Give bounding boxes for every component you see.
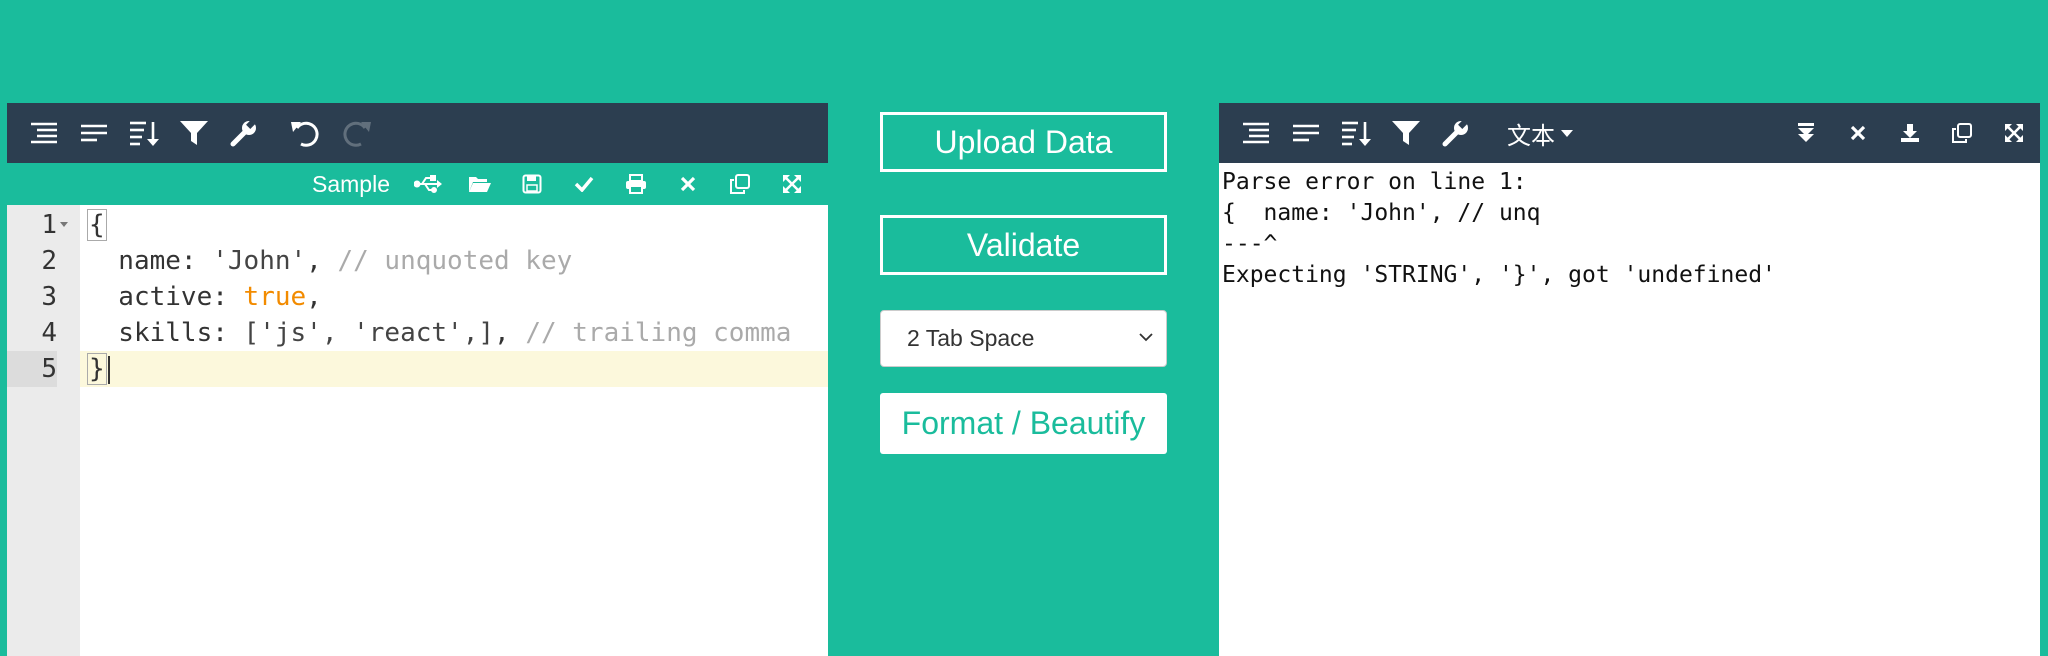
mode-select[interactable]: 文本: [1507, 116, 1573, 151]
close-icon[interactable]: [662, 163, 714, 205]
indent-select[interactable]: 2 Tab Space: [880, 310, 1167, 367]
format-icon[interactable]: [1231, 103, 1281, 163]
indent-select-value: 2 Tab Space: [907, 325, 1035, 351]
code-text: {: [87, 209, 107, 241]
active-line-highlight: [80, 351, 828, 387]
expand-icon[interactable]: [766, 163, 818, 205]
code-value: ['js', 'react',]: [243, 318, 494, 348]
line-number: 1: [41, 210, 57, 240]
chevron-down-icon: [1139, 333, 1153, 342]
move-down-icon[interactable]: [1780, 103, 1832, 163]
code-line-1: 1 {: [7, 207, 828, 243]
line-number: 5: [7, 351, 57, 387]
format-icon[interactable]: [19, 103, 69, 163]
code-line-2: 2 name: 'John', // unquoted key: [7, 243, 828, 279]
repair-icon[interactable]: [219, 103, 269, 163]
input-editor-panel: Sample 1 {2 name: 'John', // unquoted k…: [7, 103, 828, 656]
code-line-4: 4 skills: ['js', 'react',], // trailing …: [7, 315, 828, 351]
line-number: 2: [41, 246, 57, 276]
validate-button[interactable]: Validate: [880, 215, 1167, 275]
code-value: true: [243, 282, 307, 312]
output-line: ---^: [1222, 231, 1278, 257]
code-separator: ,: [494, 318, 526, 348]
format-beautify-button[interactable]: Format / Beautify: [880, 393, 1167, 454]
code-comment: // unquoted key: [337, 246, 573, 276]
code-line-3: 3 active: true,: [7, 279, 828, 315]
upload-data-button[interactable]: Upload Data: [880, 112, 1167, 172]
sort-icon[interactable]: [1331, 103, 1381, 163]
output-line: { name: 'John', // unq: [1222, 200, 1541, 226]
input-toolbar: [7, 103, 828, 163]
check-icon[interactable]: [558, 163, 610, 205]
output-line: Parse error on line 1:: [1222, 169, 1527, 195]
code-separator: ,: [306, 246, 338, 276]
code-key: active:: [87, 282, 244, 312]
caret-down-icon: [1561, 129, 1573, 137]
input-subbar: Sample: [7, 163, 828, 205]
code-separator: ,: [306, 282, 322, 312]
mode-select-label: 文本: [1507, 122, 1555, 150]
undo-icon[interactable]: [281, 103, 331, 163]
filter-icon[interactable]: [1381, 103, 1431, 163]
text-cursor: [107, 355, 110, 384]
usb-icon[interactable]: [402, 163, 454, 205]
code-comment: // trailing comma: [525, 318, 792, 348]
compact-icon[interactable]: [69, 103, 119, 163]
filter-icon[interactable]: [169, 103, 219, 163]
code-key: name:: [87, 246, 213, 276]
line-number: 3: [41, 282, 57, 312]
copy-icon[interactable]: [714, 163, 766, 205]
code-editor[interactable]: 1 { 2 name: 'John', // unquoted key 3 ac…: [7, 205, 828, 656]
expand-icon[interactable]: [1988, 103, 2040, 163]
close-icon[interactable]: [1832, 103, 1884, 163]
line-number: 4: [41, 318, 57, 348]
download-icon[interactable]: [1884, 103, 1936, 163]
print-icon[interactable]: [610, 163, 662, 205]
code-value: 'John': [212, 246, 307, 276]
code-key: skills:: [87, 318, 244, 348]
output-toolbar: 文本: [1219, 103, 2040, 163]
output-panel: 文本 Parse error on line 1: { name: 'John'…: [1219, 103, 2040, 656]
fold-arrow-icon[interactable]: [60, 222, 68, 227]
code-line-5: 5 }: [7, 351, 828, 387]
folder-open-icon[interactable]: [454, 163, 506, 205]
sample-button[interactable]: Sample: [312, 171, 390, 198]
code-text: }: [87, 353, 107, 385]
compact-icon[interactable]: [1281, 103, 1331, 163]
redo-icon[interactable]: [331, 103, 381, 163]
repair-icon[interactable]: [1431, 103, 1481, 163]
copy-icon[interactable]: [1936, 103, 1988, 163]
sort-icon[interactable]: [119, 103, 169, 163]
output-text-area[interactable]: Parse error on line 1: { name: 'John', /…: [1222, 163, 2040, 656]
save-icon[interactable]: [506, 163, 558, 205]
output-line: Expecting 'STRING', '}', got 'undefined': [1222, 262, 1776, 288]
